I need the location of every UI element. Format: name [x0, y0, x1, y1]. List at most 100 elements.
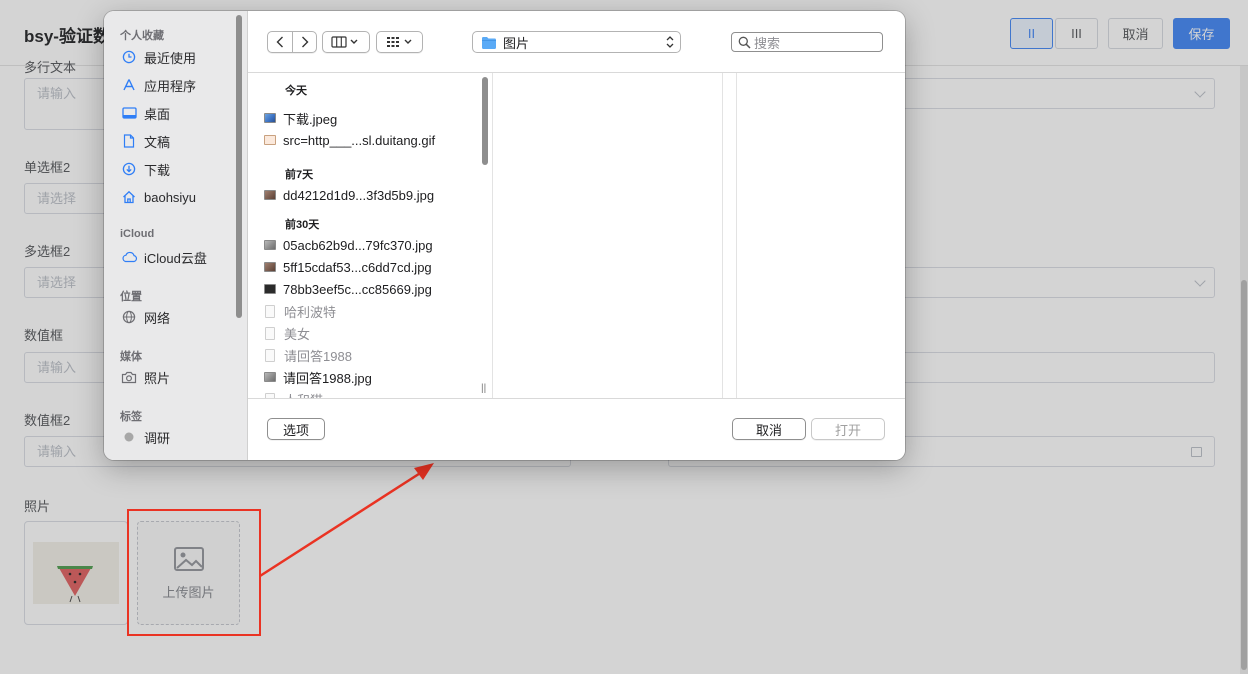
file-list-scrollbar[interactable]	[482, 77, 488, 165]
preview-column-2	[494, 73, 723, 398]
file-item[interactable]: 人和猫	[264, 389, 323, 398]
sidebar-item-home[interactable]: baohsiyu	[120, 187, 196, 207]
image-file-icon	[264, 262, 276, 272]
document-icon	[120, 133, 138, 149]
group-header-7days: 前7天	[285, 169, 314, 181]
file-name: 78bb3eef5c...cc85669.jpg	[283, 281, 432, 297]
forward-button[interactable]	[293, 32, 317, 52]
file-item[interactable]: 下载.jpeg	[264, 108, 337, 128]
sidebar-item-label: 照片	[144, 370, 171, 386]
column-divider-strip	[723, 73, 737, 398]
file-name: 人和猫	[284, 390, 323, 399]
dialog-sidebar: 个人收藏 最近使用 应用程序 桌面 文稿 下载 baohsiyu iCloud	[104, 11, 248, 460]
dialog-footer: 选项 取消 打开	[248, 398, 905, 460]
group-header-today: 今天	[285, 85, 307, 97]
sidebar-section-tags: 标签	[120, 411, 142, 423]
sidebar-item-label: 调研	[144, 430, 171, 446]
file-name: 哈利波特	[284, 304, 337, 320]
desktop-icon	[120, 105, 138, 121]
file-item[interactable]: 哈利波特	[264, 301, 336, 321]
file-name: 下载.jpeg	[283, 111, 338, 127]
location-label: 图片	[503, 35, 530, 51]
globe-icon	[120, 309, 138, 325]
annotation-highlight-box	[127, 509, 261, 636]
file-name: 5ff15cdaf53...c6dd7cd.jpg	[283, 259, 432, 275]
gif-file-icon	[264, 135, 276, 145]
sidebar-item-label: baohsiyu	[144, 189, 197, 205]
file-item[interactable]: src=http___...sl.duitang.gif	[264, 130, 435, 150]
group-header-30days: 前30天	[285, 219, 320, 231]
sidebar-item-label: iCloud云盘	[144, 250, 207, 266]
chevron-right-icon	[302, 36, 309, 48]
column-resize-handle[interactable]: ||	[481, 383, 486, 394]
sidebar-item-label: 网络	[144, 310, 171, 326]
location-popup[interactable]: 图片	[472, 31, 681, 53]
file-name: src=http___...sl.duitang.gif	[283, 132, 436, 148]
file-item[interactable]: 美女	[264, 323, 310, 343]
sidebar-item-recents[interactable]: 最近使用	[120, 47, 196, 67]
clock-icon	[120, 49, 138, 65]
file-name: 请回答1988.jpg	[283, 370, 372, 386]
back-button[interactable]	[268, 32, 292, 52]
sidebar-item-desktop[interactable]: 桌面	[120, 103, 170, 123]
sidebar-item-downloads[interactable]: 下载	[120, 159, 170, 179]
file-name: 05acb62b9d...79fc370.jpg	[283, 237, 433, 253]
file-item[interactable]: 5ff15cdaf53...c6dd7cd.jpg	[264, 257, 432, 277]
columns-view-icon	[331, 36, 358, 48]
sidebar-item-label: 文稿	[144, 134, 171, 150]
dialog-cancel-button[interactable]: 取消	[732, 418, 806, 440]
file-item[interactable]: 05acb62b9d...79fc370.jpg	[264, 235, 433, 255]
sidebar-item-icloud-drive[interactable]: iCloud云盘	[120, 247, 207, 267]
sidebar-section-favorites: 个人收藏	[120, 30, 164, 42]
file-item[interactable]: 78bb3eef5c...cc85669.jpg	[264, 279, 432, 299]
sidebar-item-photos[interactable]: 照片	[120, 367, 170, 387]
file-item[interactable]: 请回答1988.jpg	[264, 367, 372, 387]
file-item[interactable]: 请回答1988	[264, 345, 352, 365]
view-mode-button[interactable]	[322, 31, 370, 53]
folder-file-icon	[265, 304, 275, 318]
chevron-left-icon	[276, 36, 283, 48]
folder-file-icon	[265, 348, 275, 362]
sidebar-item-label: 下载	[144, 162, 171, 178]
folder-file-icon	[265, 326, 275, 340]
camera-icon	[120, 369, 138, 385]
sidebar-item-applications[interactable]: 应用程序	[120, 75, 196, 95]
group-by-button[interactable]	[376, 31, 423, 53]
back-forward-control	[267, 31, 317, 53]
file-name: 请回答1988	[284, 348, 352, 364]
file-open-dialog: 个人收藏 最近使用 应用程序 桌面 文稿 下载 baohsiyu iCloud	[104, 11, 905, 460]
preview-column-3	[738, 73, 905, 398]
options-button[interactable]: 选项	[267, 418, 325, 440]
sidebar-item-documents[interactable]: 文稿	[120, 131, 170, 151]
sidebar-item-label: 桌面	[144, 106, 171, 122]
sidebar-item-network[interactable]: 网络	[120, 307, 170, 327]
search-icon	[738, 36, 751, 49]
file-name: 美女	[284, 326, 311, 342]
sidebar-item-tag-research[interactable]: 调研	[120, 427, 170, 447]
dialog-toolbar: 图片 搜索	[248, 11, 905, 73]
file-list-column: 今天 下载.jpeg src=http___...sl.duitang.gif …	[248, 73, 493, 398]
sidebar-section-locations: 位置	[120, 291, 142, 303]
home-icon	[120, 189, 138, 205]
apps-icon	[120, 77, 138, 93]
up-down-chevron-icon	[666, 35, 674, 50]
sidebar-section-media: 媒体	[120, 351, 142, 363]
image-file-icon	[264, 240, 276, 250]
file-name: dd4212d1d9...3f3d5b9.jpg	[283, 187, 435, 203]
folder-icon	[482, 36, 496, 49]
image-file-icon	[264, 113, 276, 123]
open-button[interactable]: 打开	[811, 418, 885, 440]
search-placeholder: 搜索	[754, 35, 781, 51]
download-icon	[120, 161, 138, 177]
cloud-icon	[120, 249, 138, 265]
tag-dot-icon	[120, 429, 138, 445]
sidebar-scrollbar[interactable]	[236, 15, 242, 318]
file-item[interactable]: dd4212d1d9...3f3d5b9.jpg	[264, 185, 434, 205]
sidebar-item-label: 应用程序	[144, 78, 197, 94]
image-file-icon	[264, 190, 276, 200]
image-file-icon	[264, 284, 276, 294]
search-field[interactable]: 搜索	[731, 32, 883, 52]
grid-group-icon	[386, 37, 411, 47]
image-file-icon	[264, 372, 276, 382]
sidebar-item-label: 最近使用	[144, 50, 197, 66]
